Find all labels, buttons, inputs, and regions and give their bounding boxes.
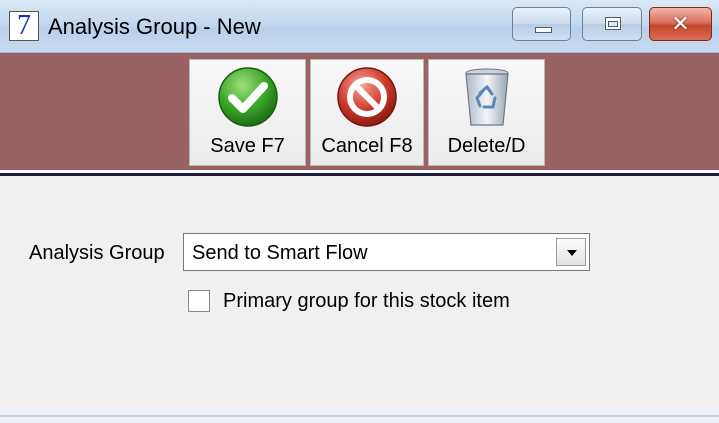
cancel-button-label: Cancel F8 bbox=[321, 135, 413, 157]
toolbar-divider-dark bbox=[0, 173, 719, 176]
save-button-label: Save F7 bbox=[210, 135, 285, 157]
app-icon: 7 bbox=[9, 11, 39, 41]
minimize-button[interactable] bbox=[512, 7, 571, 41]
cancel-button[interactable]: Cancel F8 bbox=[310, 59, 424, 166]
close-button[interactable]: ✕ bbox=[649, 7, 712, 41]
close-icon: ✕ bbox=[671, 11, 690, 36]
primary-group-checkbox[interactable] bbox=[188, 290, 210, 312]
delete-button-label: Delete/D bbox=[447, 135, 526, 157]
maximize-icon bbox=[605, 17, 621, 30]
bottom-border bbox=[0, 415, 719, 417]
save-button[interactable]: Save F7 bbox=[189, 59, 306, 166]
dropdown-arrow-icon[interactable] bbox=[556, 238, 586, 266]
recycle-bin-icon bbox=[464, 68, 509, 126]
maximize-button[interactable] bbox=[582, 7, 642, 41]
analysis-group-label: Analysis Group bbox=[29, 242, 165, 264]
primary-group-label[interactable]: Primary group for this stock item bbox=[223, 290, 510, 313]
no-entry-icon bbox=[337, 67, 397, 127]
minimize-icon bbox=[535, 27, 552, 33]
title-bar[interactable]: 7 Analysis Group - New ✕ bbox=[0, 0, 719, 53]
analysis-group-value: Send to Smart Flow bbox=[192, 242, 368, 264]
delete-button[interactable]: Delete/D bbox=[428, 59, 545, 166]
window-title: Analysis Group - New bbox=[48, 14, 261, 39]
analysis-group-select[interactable]: Send to Smart Flow bbox=[183, 233, 590, 271]
check-circle-icon bbox=[217, 67, 278, 127]
analysis-group-window: 7 Analysis Group - New ✕ Save F7 Cancel … bbox=[0, 0, 719, 423]
